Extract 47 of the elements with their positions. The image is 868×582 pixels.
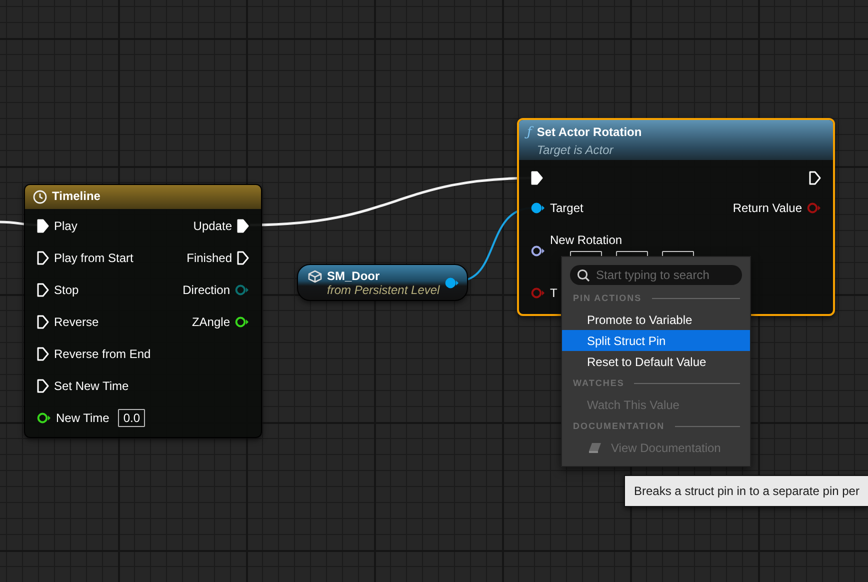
exec-pin-icon[interactable]	[237, 251, 249, 265]
pin-label: New Rotation	[550, 232, 624, 246]
exec-pin-icon[interactable]	[809, 171, 821, 185]
pin-label: Finished	[186, 251, 232, 265]
pin-label: Update	[193, 219, 232, 233]
book-icon	[588, 442, 602, 454]
function-icon: ƒ	[527, 125, 532, 140]
search-icon	[577, 268, 590, 282]
pin-label: Direction	[182, 283, 230, 297]
value-field[interactable]: 0.0	[118, 409, 146, 427]
tooltip: Breaks a struct pin in to a separate pin per	[624, 475, 868, 507]
pin-label: Reverse from End	[54, 347, 151, 361]
node-title: SM_Door	[327, 268, 381, 282]
node-title: Set Actor Rotation	[536, 125, 642, 139]
node-title: Timeline	[52, 189, 100, 203]
exec-pin-icon[interactable]	[37, 347, 49, 361]
menu-item[interactable]: Promote to Variable	[562, 309, 750, 330]
cube-icon	[308, 270, 322, 283]
search-field[interactable]: Start typing to search	[570, 265, 742, 285]
pin-icon[interactable]	[531, 202, 545, 214]
pin-label: Target	[550, 201, 584, 215]
exec-pin-icon[interactable]	[37, 219, 49, 233]
pin-label: Set New Time	[54, 379, 129, 393]
node-subtitle: Target is Actor	[536, 143, 615, 157]
pin-label: Play from Start	[54, 251, 134, 265]
exec-pin-icon[interactable]	[37, 251, 49, 265]
exec-pin-icon[interactable]	[237, 219, 249, 233]
pin-label: ZAngle	[192, 315, 230, 329]
pin-icon[interactable]	[531, 244, 545, 256]
clock-icon	[33, 190, 47, 204]
pin-label: T	[550, 286, 558, 300]
node-subtitle: from Persistent Level	[327, 282, 440, 296]
variable-node[interactable]: SM_Door from Persistent Level	[297, 264, 468, 301]
pin-label: New Time	[56, 411, 110, 425]
menu-item[interactable]: Split Struct Pin	[562, 330, 750, 351]
pin-icon[interactable]	[37, 412, 51, 424]
pin-icon[interactable]	[444, 276, 459, 288]
pin-icon[interactable]	[235, 316, 249, 328]
pin-label: Play	[54, 219, 78, 233]
exec-pin-icon[interactable]	[37, 315, 49, 329]
pin-label: Return Value	[732, 201, 802, 215]
menu-item[interactable]: Reset to Default Value	[562, 351, 750, 372]
exec-pin-icon[interactable]	[37, 379, 49, 393]
pin-label: Reverse	[54, 315, 99, 329]
exec-pin-icon[interactable]	[531, 171, 543, 185]
exec-pin-icon[interactable]	[37, 283, 49, 297]
pin-label: Stop	[54, 283, 79, 297]
